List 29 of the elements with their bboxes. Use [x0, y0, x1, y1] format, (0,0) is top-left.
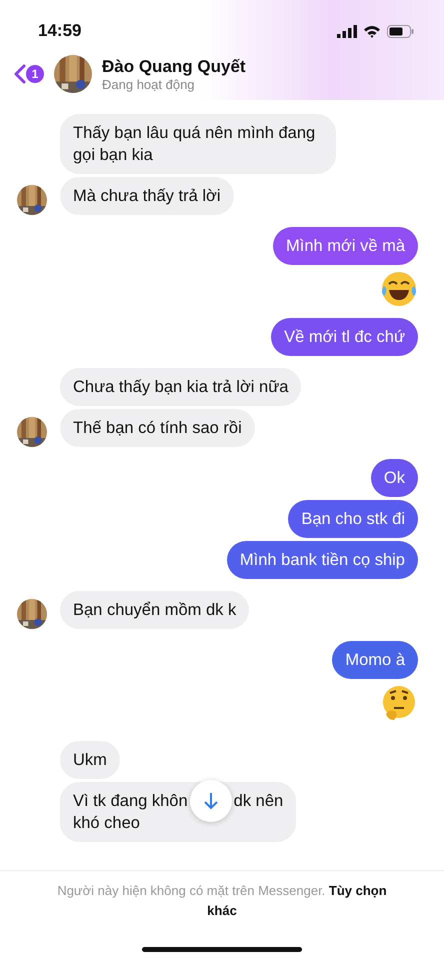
message-bubble: Mình mới về mà	[272, 227, 418, 265]
wifi-icon	[363, 24, 381, 38]
message-bubble: Thấy bạn lâu quá nên mình đang gọi bạn kia	[60, 114, 336, 174]
message-bubble: Về mới tl đc chứ	[271, 318, 418, 356]
unavailable-notice: Người này hiện không có mặt trên Messenger. Tùy chọn khác	[56, 882, 388, 920]
thinking-emoji-icon	[380, 684, 418, 722]
message-bubble: Thế bạn có tính sao rồi	[60, 409, 255, 447]
message-bubble: Ok	[370, 459, 418, 497]
battery-icon	[387, 24, 414, 38]
message-bubble: Bạn chuyển mồm dk k	[60, 591, 250, 629]
message-bubble: Chưa thấy bạn kia trả lời nữa	[60, 368, 302, 406]
message-text: Vì tk đang khôn	[73, 791, 188, 812]
laughing-emoji-icon	[380, 270, 418, 308]
unread-count-badge: 1	[26, 65, 44, 83]
message-bubble: Mình bank tiền cọ ship	[226, 541, 418, 579]
back-button[interactable]: 1	[14, 64, 44, 84]
down-arrow-icon	[202, 792, 219, 810]
message-bubble: Ukm	[60, 741, 120, 779]
contact-status: Đang hoạt động	[102, 76, 196, 92]
message-text: khó cheo	[73, 813, 140, 834]
message-text: dk nên	[234, 791, 284, 812]
status-time: 14:59	[38, 21, 82, 41]
back-chevron-icon	[14, 64, 26, 84]
message-bubble: Mà chưa thấy trả lời	[60, 177, 234, 215]
contact-name: Đào Quang Quyết	[102, 56, 246, 76]
message-bubble: Bạn cho stk đi	[288, 500, 418, 538]
message-bubble: Momo à	[332, 641, 418, 679]
signal-icon	[337, 24, 357, 38]
scroll-down-button[interactable]	[190, 780, 232, 822]
